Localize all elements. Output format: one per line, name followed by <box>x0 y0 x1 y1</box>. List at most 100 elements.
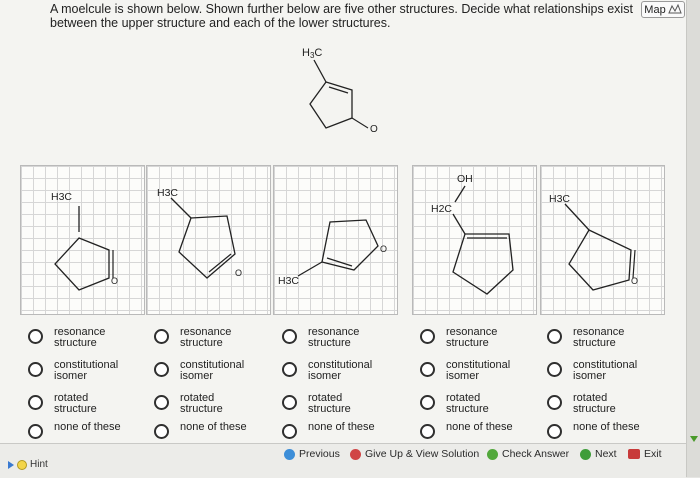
radio-button[interactable] <box>28 362 43 377</box>
radio-button[interactable] <box>420 395 435 410</box>
choice-5-resonance[interactable]: resonance structure <box>547 327 653 349</box>
choice-4-resonance[interactable]: resonance structure <box>420 327 526 349</box>
vertical-scrollbar[interactable] <box>686 0 700 477</box>
choice-2-resonance[interactable]: resonance structure <box>154 327 260 349</box>
choice-label: none of these <box>446 421 513 433</box>
panel-2-atom: O <box>235 268 242 278</box>
choice-label: none of these <box>308 421 375 433</box>
choice-label: constitutional isomer <box>573 359 638 382</box>
choice-3-constitutional[interactable]: constitutional isomer <box>282 360 388 382</box>
choice-2-none[interactable]: none of these <box>154 422 260 439</box>
radio-button[interactable] <box>420 424 435 439</box>
choice-label: none of these <box>573 421 640 433</box>
choice-5-rotated[interactable]: rotated structure <box>547 393 653 415</box>
radio-button[interactable] <box>154 329 169 344</box>
choice-3-rotated[interactable]: rotated structure <box>282 393 388 415</box>
choice-3-resonance[interactable]: resonance structure <box>282 327 388 349</box>
panel-5-atom: O <box>631 276 638 286</box>
next-label: Next <box>595 448 617 460</box>
choice-4-constitutional[interactable]: constitutional isomer <box>420 360 526 382</box>
radio-button[interactable] <box>154 395 169 410</box>
choice-label: resonance structure <box>308 326 360 349</box>
choice-2-constitutional[interactable]: constitutional isomer <box>154 360 260 382</box>
structure-panel-1: H3C O <box>20 165 145 315</box>
radio-button[interactable] <box>420 362 435 377</box>
choice-label: constitutional isomer <box>308 359 373 382</box>
radio-button[interactable] <box>28 329 43 344</box>
previous-button[interactable]: Previous <box>284 448 340 460</box>
choice-label: rotated structure <box>180 392 223 415</box>
hint-label: Hint <box>30 459 48 470</box>
structure-panel-2: H3C O <box>146 165 271 315</box>
choice-label: rotated structure <box>446 392 489 415</box>
question-text: A moelcule is shown below. Shown further… <box>50 2 633 30</box>
panel-4-oh: OH <box>457 173 473 185</box>
choice-label: resonance structure <box>54 326 106 349</box>
panel-4-label: H2C <box>431 203 452 215</box>
panel-3-label: H3C <box>278 275 299 287</box>
choice-label: resonance structure <box>446 326 498 349</box>
map-label: Map <box>644 3 666 16</box>
map-button[interactable]: Map <box>641 1 685 18</box>
svg-text:H3C: H3C <box>302 47 322 60</box>
panel-1-label: H3C <box>51 191 72 203</box>
expand-arrow-icon <box>8 460 14 469</box>
scroll-down-arrow-icon[interactable] <box>690 436 698 442</box>
radio-button[interactable] <box>420 329 435 344</box>
choice-4-rotated[interactable]: rotated structure <box>420 393 526 415</box>
upper-structure: H3C O <box>296 42 396 150</box>
radio-button[interactable] <box>28 395 43 410</box>
choice-label: constitutional isomer <box>54 359 119 382</box>
choice-label: resonance structure <box>573 326 625 349</box>
previous-label: Previous <box>299 448 340 460</box>
next-button[interactable]: Next <box>580 448 617 460</box>
radio-button[interactable] <box>154 424 169 439</box>
structure-panel-4: OH H2C <box>412 165 537 315</box>
exit-button[interactable]: Exit <box>628 448 662 460</box>
choice-5-none[interactable]: none of these <box>547 422 653 439</box>
bottom-toolbar: Hint Previous Give Up & View Solution Ch… <box>0 443 686 478</box>
choice-label: none of these <box>180 421 247 433</box>
choice-label: resonance structure <box>180 326 232 349</box>
panel-3-atom: O <box>380 244 387 254</box>
radio-button[interactable] <box>282 362 297 377</box>
choice-label: rotated structure <box>54 392 97 415</box>
radio-button[interactable] <box>154 362 169 377</box>
radio-button[interactable] <box>547 362 562 377</box>
choice-label: constitutional isomer <box>180 359 245 382</box>
lightbulb-icon <box>17 459 27 470</box>
radio-button[interactable] <box>547 395 562 410</box>
give-up-button[interactable]: Give Up & View Solution <box>350 448 479 460</box>
choice-1-none[interactable]: none of these <box>28 422 134 439</box>
panel-1-atom: O <box>111 276 118 286</box>
choice-2-rotated[interactable]: rotated structure <box>154 393 260 415</box>
radio-button[interactable] <box>547 424 562 439</box>
choice-1-rotated[interactable]: rotated structure <box>28 393 134 415</box>
check-answer-label: Check Answer <box>502 448 570 460</box>
choice-1-resonance[interactable]: resonance structure <box>28 327 134 349</box>
choice-1-constitutional[interactable]: constitutional isomer <box>28 360 134 382</box>
radio-button[interactable] <box>282 395 297 410</box>
choice-label: none of these <box>54 421 121 433</box>
exit-icon <box>628 449 640 459</box>
check-answer-button[interactable]: Check Answer <box>487 448 569 460</box>
panel-2-label: H3C <box>157 187 178 199</box>
previous-icon <box>284 448 295 460</box>
panel-5-label: H3C <box>549 193 570 205</box>
choice-label: constitutional isomer <box>446 359 511 382</box>
choice-label: rotated structure <box>308 392 351 415</box>
exit-label: Exit <box>644 448 662 460</box>
choice-3-none[interactable]: none of these <box>282 422 388 439</box>
choice-5-constitutional[interactable]: constitutional isomer <box>547 360 653 382</box>
give-up-icon <box>350 448 361 460</box>
give-up-label: Give Up & View Solution <box>365 448 480 460</box>
check-icon <box>487 448 498 460</box>
radio-button[interactable] <box>28 424 43 439</box>
radio-button[interactable] <box>282 424 297 439</box>
structure-panel-3: H3C O <box>273 165 398 315</box>
radio-button[interactable] <box>282 329 297 344</box>
choice-4-none[interactable]: none of these <box>420 422 526 439</box>
radio-button[interactable] <box>547 329 562 344</box>
structure-panel-5: H3C O <box>540 165 665 315</box>
hint-button[interactable]: Hint <box>8 459 48 470</box>
